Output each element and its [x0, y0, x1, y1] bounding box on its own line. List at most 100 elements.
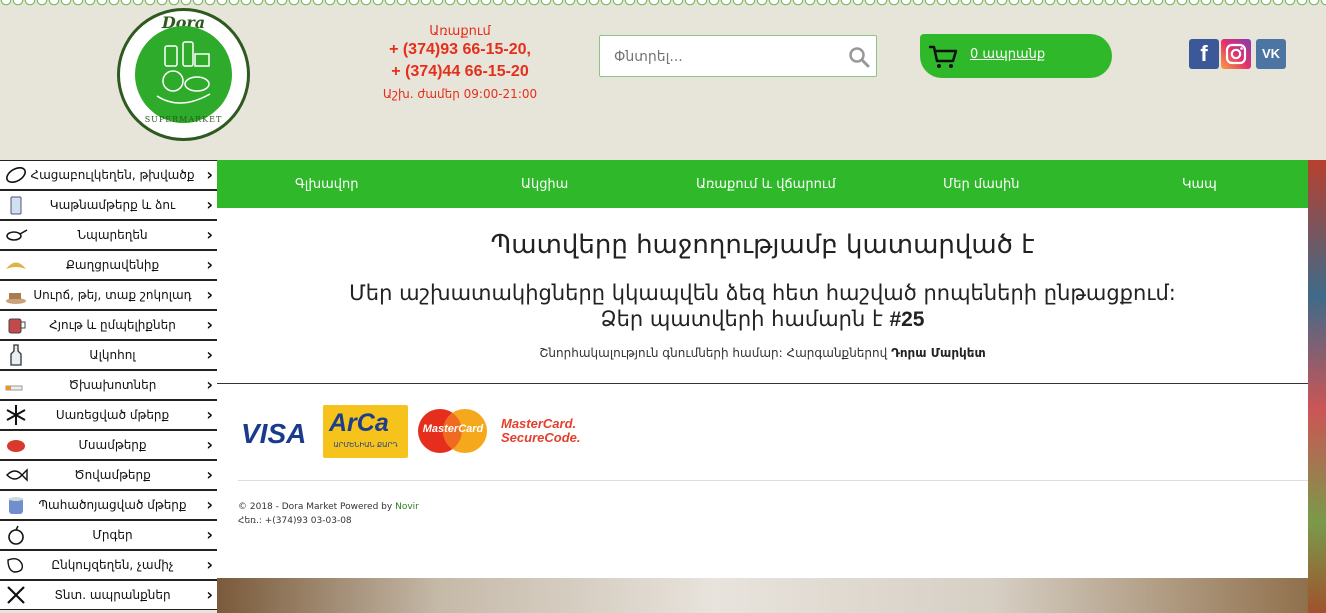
chevron-right-icon: ›: [206, 465, 213, 484]
nav-contact[interactable]: Կապ: [1182, 177, 1217, 192]
chevron-right-icon: ›: [206, 555, 213, 574]
background-photo: [217, 578, 1326, 613]
sidebar-item-grocery[interactable]: Նպարեղեն ›: [0, 220, 217, 250]
instagram-icon[interactable]: [1221, 39, 1251, 69]
chevron-right-icon: ›: [206, 495, 213, 514]
nav-about[interactable]: Մեր մասին: [943, 177, 1020, 192]
footer-divider: [238, 480, 1308, 481]
arca-logo-subtext: ԱՐՄԵՆԻԱՆ ՔԱՐԴ: [333, 441, 398, 449]
sidebar-item-household[interactable]: Տնտ. ապրանքներ ›: [0, 580, 217, 610]
fish-icon: [6, 468, 28, 482]
mastercard-logo-text: MasterCard: [422, 423, 484, 435]
chevron-right-icon: ›: [206, 255, 213, 274]
can-icon: [9, 497, 23, 514]
contact-block: Առաքում + (374)93 66-15-20, + (374)44 66…: [360, 24, 560, 101]
nav-promo[interactable]: Ակցիա: [521, 177, 568, 192]
footer: © 2018 - Dora Market Powered by Novir Հե…: [238, 500, 419, 528]
order-confirmation-panel: Պատվերը հաջողությամբ կատարված է Մեր աշխա…: [217, 208, 1308, 578]
snowflake-icon: [6, 405, 26, 425]
main-nav: Գլխավոր Ակցիա Առաքում և վճարում Մեր մասի…: [217, 160, 1308, 208]
powered-by-link[interactable]: Novir: [395, 502, 419, 512]
logo-subtitle: SUPERMARKET: [144, 115, 223, 124]
chevron-right-icon: ›: [206, 375, 213, 394]
cigarette-icon: [5, 385, 23, 391]
page-title: Պատվերը հաջողությամբ կատարված է: [490, 230, 1035, 260]
logo[interactable]: Dora SUPERMARKET: [117, 8, 250, 141]
sidebar-item-frozen[interactable]: Սառեցված մթերք ›: [0, 400, 217, 430]
sidebar-item-label: Մսամթերք: [78, 438, 147, 452]
sidebar-item-label: Սուրճ, թեյ, տաք շոկոլադ: [33, 288, 192, 302]
sidebar-item-canned[interactable]: Պահածոյացված մթերք ›: [0, 490, 217, 520]
sidebar-item-nuts[interactable]: Ընկույզեղեն, չամիչ ›: [0, 550, 217, 580]
nav-delivery[interactable]: Առաքում և վճարում: [696, 177, 836, 192]
meat-icon: [7, 440, 25, 452]
cart-count-label[interactable]: 0 ապրանք: [970, 47, 1045, 62]
sidebar-item-label: Հացաբուլկեղեն, թխվածք: [30, 168, 195, 182]
sidebar-item-fruits[interactable]: Մրգեր ›: [0, 520, 217, 550]
nav-home[interactable]: Գլխավոր: [295, 177, 358, 192]
chevron-right-icon: ›: [206, 195, 213, 214]
juice-icon: [8, 318, 26, 334]
sidebar-item-label: Ալկոհոլ: [89, 348, 136, 362]
sidebar-item-juice[interactable]: Հյութ և ըմպելիքներ ›: [0, 310, 217, 340]
mastercard-securecode-logo: MasterCard. SecureCode.: [501, 417, 580, 467]
sidebar-item-bread[interactable]: Հացաբուլկեղեն, թխվածք ›: [0, 160, 217, 190]
cart-button[interactable]: 0 ապրանք: [920, 34, 1112, 78]
arca-logo-text: ArCa: [329, 409, 389, 437]
securecode-line-2: SecureCode.: [501, 430, 581, 445]
instagram-glyph: [1225, 43, 1247, 65]
thanks-line: Շնորհակալություն գնումների համար: Հարգան…: [217, 346, 1308, 360]
bread-icon: [6, 166, 26, 184]
sidebar-item-label: Կաթնամթերք և ձու: [49, 198, 176, 212]
tools-icon: [7, 586, 25, 604]
sidebar-item-tobacco[interactable]: Ծխախոտներ ›: [0, 370, 217, 400]
working-hours: Աշխ. ժամեր 09:00-21:00: [382, 87, 538, 101]
copyright-text: © 2018 - Dora Market Powered by: [238, 502, 393, 512]
chevron-right-icon: ›: [206, 165, 213, 184]
sidebar-item-alcohol[interactable]: Ալկոհոլ ›: [0, 340, 217, 370]
groceries-icon: [156, 41, 211, 104]
sidebar-item-seafood[interactable]: Ծովամթերք ›: [0, 460, 217, 490]
search-box: [599, 35, 877, 77]
logo-grocery-image: [135, 26, 232, 123]
chevron-right-icon: ›: [206, 315, 213, 334]
securecode-line-1: MasterCard.: [501, 416, 577, 431]
sidebar-item-coffee[interactable]: Սուրճ, թեյ, տաք շոկոլադ ›: [0, 280, 217, 310]
chevron-right-icon: ›: [206, 585, 213, 604]
vk-icon[interactable]: VK: [1256, 39, 1286, 69]
copyright-line: © 2018 - Dora Market Powered by Novir: [238, 500, 419, 514]
order-number-prefix: Ձեր պատվերի համարն է: [600, 307, 883, 331]
order-number-line: Ձեր պատվերի համարն է #25: [217, 306, 1308, 333]
sidebar-item-sweets[interactable]: Քաղցրավենիք ›: [0, 250, 217, 280]
sidebar-item-label: Ծովամթերք: [74, 468, 151, 482]
search-icon[interactable]: [848, 46, 870, 68]
sidebar-item-label: Սառեցված մթերք: [55, 408, 170, 422]
sidebar-item-label: Տնտ. ապրանքներ: [54, 588, 171, 602]
sidebar-item-label: Մրգեր: [92, 528, 133, 542]
phone-2[interactable]: + (374)44 66-15-20: [360, 61, 560, 83]
milk-icon: [10, 196, 22, 215]
sidebar-item-meat[interactable]: Մսամթերք ›: [0, 430, 217, 460]
search-input[interactable]: [612, 46, 846, 68]
coffee-icon: [6, 293, 26, 304]
facebook-icon[interactable]: f: [1189, 39, 1219, 69]
divider: [217, 383, 1308, 384]
mastercard-logo: MasterCard: [415, 407, 490, 455]
sidebar-item-dairy[interactable]: Կաթնամթերք և ձու ›: [0, 190, 217, 220]
chevron-right-icon: ›: [206, 225, 213, 244]
chevron-right-icon: ›: [206, 285, 213, 304]
order-message: Մեր աշխատակիցները կկապվեն ձեզ հետ հաշված…: [217, 280, 1308, 333]
croissant-icon: [6, 262, 26, 269]
arca-logo: ArCa ԱՐՄԵՆԻԱՆ ՔԱՐԴ: [323, 405, 408, 458]
nuts-icon: [7, 557, 24, 573]
contact-notice: Մեր աշխատակիցները կկապվեն ձեզ հետ հաշված…: [349, 281, 1176, 305]
background-photo-right: [1308, 160, 1326, 613]
bottle-icon: [10, 344, 22, 366]
header-scallop-border: [0, 0, 1326, 8]
phone-1[interactable]: + (374)93 66-15-20,: [360, 39, 560, 61]
sidebar-item-label: Ծխախոտներ: [68, 378, 157, 392]
delivery-label: Առաքում: [429, 24, 491, 39]
thanks-signature: Դորա Մարկետ: [891, 346, 986, 360]
sidebar-item-label: Ընկույզեղեն, չամիչ: [51, 558, 174, 572]
sidebar-item-label: Հյութ և ըմպելիքներ: [49, 318, 176, 332]
